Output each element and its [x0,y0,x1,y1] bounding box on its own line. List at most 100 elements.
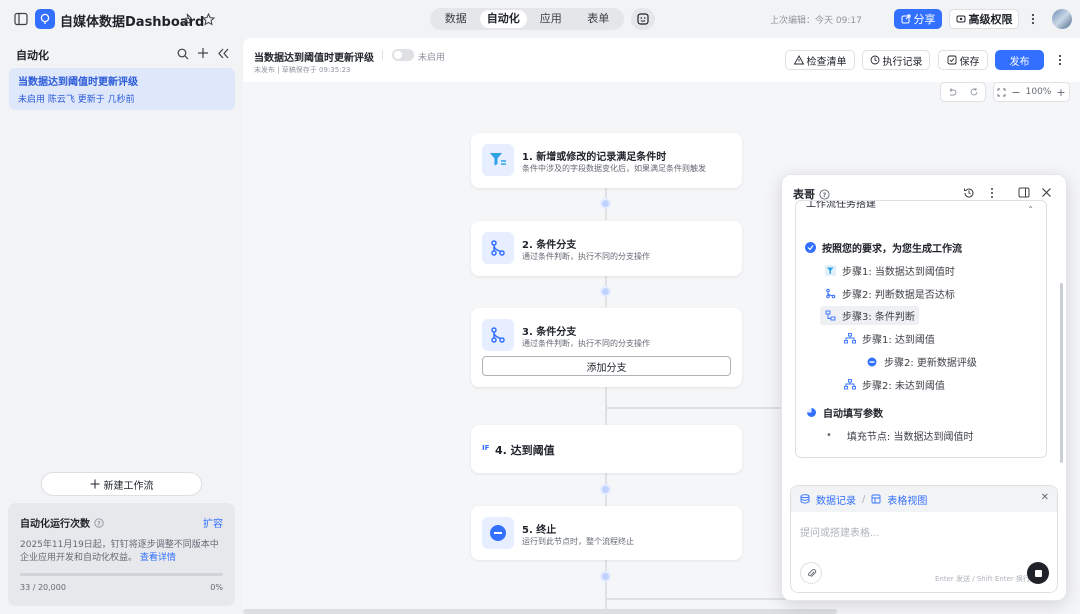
table-icon [871,494,881,504]
publish-button[interactable]: 发布 [995,50,1044,70]
user-avatar[interactable] [1052,9,1072,29]
workflow-node-end[interactable]: 5. 终止 运行到此节点时，整个流程终止 [471,506,742,560]
sidebar-title: 自动化 [16,49,49,62]
connector-line [605,387,607,425]
context-tab-view[interactable]: 表格视图 [887,492,927,507]
dock-panel-icon[interactable] [1017,186,1030,199]
run-history-button[interactable]: 执行记录 [862,50,930,70]
context-tabs: 数据记录 / 表格视图 [791,486,1057,512]
check-circle-icon [805,242,816,253]
search-icon[interactable] [176,47,189,60]
step-item: 按照您的要求，为您生成工作流 [805,240,962,255]
quota-footer: 33 / 20,000 0% [20,583,223,592]
workflow-steps-card: 工作流任务搭建 ⌃ 按照您的要求，为您生成工作流 步骤1: 当数据达到阈值时 步… [795,200,1047,458]
sidebar-toggle-icon[interactable] [14,12,28,26]
step-label: 自动填写参数 [823,409,883,420]
redo-icon[interactable] [969,87,979,97]
new-workflow-label: 新建工作流 [103,480,154,492]
canvas-header: 当数据达到阈值时更新评级 未启用 未发布 | 草稿保存于 09:35:23 检查… [243,38,1080,82]
enable-toggle[interactable] [392,49,414,61]
close-icon[interactable]: ✕ [1041,492,1049,503]
zoom-level: 100% [1025,87,1052,97]
checklist-button[interactable]: 检查清单 [785,50,855,70]
add-branch-button[interactable]: 添加分支 [482,356,731,376]
quota-description: 2025年11月19日起，钉钉将逐步调整不同版本中企业应用开发和自动化权益。 查… [20,539,223,565]
step-item: 步骤2: 判断数据是否达标 [824,286,955,301]
horizontal-scrollbar[interactable] [243,609,837,614]
vertical-scrollbar[interactable] [1060,283,1063,463]
close-icon[interactable] [1040,186,1053,199]
zoom-out-icon[interactable]: − [1011,86,1020,99]
ai-assistant-button[interactable] [631,8,655,30]
add-step-connector[interactable] [600,198,611,209]
workflow-node-condition[interactable]: IF 4. 达到阈值 [471,425,742,473]
if-badge: IF [482,444,490,452]
pin-icon[interactable] [181,12,195,26]
fit-view-icon[interactable] [997,88,1006,97]
add-icon[interactable] [196,46,210,60]
tree-icon [844,379,856,391]
node-title: 4. 达到阈值 [495,444,555,457]
tab-automation[interactable]: 自动化 [479,10,527,28]
save-button[interactable]: 保存 [938,50,988,70]
collapse-icon[interactable] [216,47,230,60]
workflow-node-trigger[interactable]: 1. 新增或修改的记录满足条件时 条件中涉及的字段数据变化后，如果满足条件则触发 [471,133,742,188]
help-icon[interactable]: ? [819,188,830,200]
workflow-node-branch[interactable]: 2. 条件分支 通过条件判断，执行不同的分支操作 [471,221,742,276]
condition-icon [824,310,836,322]
more-options-icon[interactable] [985,186,998,199]
branch-icon [824,288,836,300]
share-icon [901,14,910,24]
node-description: 通过条件判断，执行不同的分支操作 [522,339,650,348]
attach-button[interactable] [800,562,822,584]
history-icon[interactable] [962,186,975,199]
permission-icon [956,15,965,23]
workflow-list-item[interactable]: 当数据达到阈值时更新评级 未启用 陈云飞 更新于 几秒前 [9,68,235,110]
step-item-selected[interactable]: 步骤3: 条件判断 [820,306,919,325]
undo-icon[interactable] [947,87,957,97]
zoom-in-icon[interactable]: + [1056,86,1065,99]
svg-text:?: ? [97,520,101,527]
database-icon [800,494,810,504]
node-title: 3. 条件分支 [522,327,577,338]
add-step-connector[interactable] [600,571,611,582]
warning-icon [793,55,804,65]
node-description: 运行到此节点时，整个流程终止 [522,537,634,546]
quota-expand-link[interactable]: 扩容 [203,515,223,530]
connector-line [605,560,607,614]
more-options-icon[interactable] [1055,53,1065,67]
stop-generation-button[interactable] [1027,562,1049,584]
quota-usage: 33 / 20,000 [20,583,66,592]
tab-apps[interactable]: 应用 [527,10,575,28]
quota-details-link[interactable]: 查看详情 [140,553,176,563]
share-button[interactable]: 分享 [894,9,942,29]
divider [382,50,383,60]
star-icon[interactable] [201,12,215,26]
context-tab-records[interactable]: 数据记录 [816,492,856,507]
more-options-icon[interactable] [1027,11,1039,27]
last-edit-time: 上次编辑：今天 09:17 [770,16,862,26]
new-workflow-button[interactable]: 新建工作流 [41,472,202,496]
ai-assistant-panel: 表哥 ? 工作流任务搭建 ⌃ 按照您的要求，为您生成工作流 步骤1: 当数据达到… [781,174,1067,601]
tab-data[interactable]: 数据 [432,10,480,28]
tab-forms[interactable]: 表单 [575,10,623,28]
help-icon[interactable]: ? [94,517,104,528]
quota-title-row: 自动化运行次数 ? [20,515,223,530]
run-history-label: 执行记录 [882,56,923,68]
stop-icon [482,517,514,549]
ai-face-icon [637,13,649,25]
branch-line [607,598,787,600]
step-item: 步骤1: 达到阈值 [844,331,935,346]
add-step-connector[interactable] [600,484,611,495]
advanced-permission-button[interactable]: 高级权限 [949,9,1019,29]
add-step-connector[interactable] [600,286,611,297]
step-item: 步骤2: 未达到阈值 [844,377,945,392]
node-title: 2. 条件分支 [522,240,577,251]
workflow-name: 当数据达到阈值时更新评级 [18,77,138,88]
step-item: 自动填写参数 [805,405,883,420]
workflow-node-branch[interactable]: 3. 条件分支 通过条件判断，执行不同的分支操作 添加分支 [471,308,742,387]
chat-input[interactable]: 提问或搭建表格... [800,524,880,539]
canvas-title: 当数据达到阈值时更新评级 [254,53,374,64]
chevron-up-icon[interactable]: ⌃ [1027,205,1034,214]
step-item: 步骤2: 更新数据评级 [866,354,977,369]
